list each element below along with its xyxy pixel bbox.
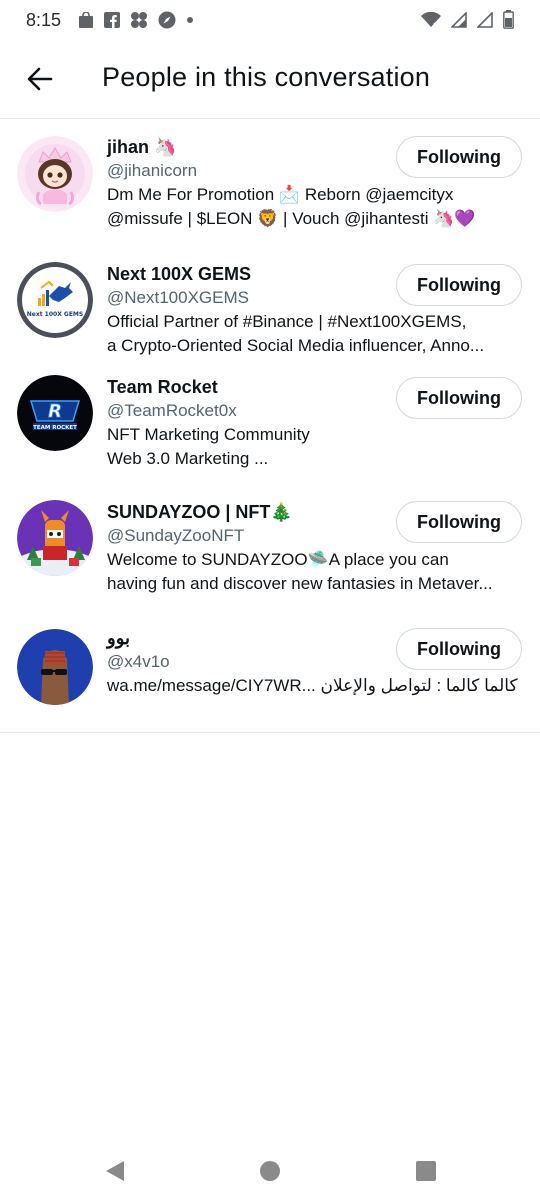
list-item[interactable]: بوو @x4v1o wa.me/message/CIY7WR... كالما… [0, 622, 540, 722]
user-bio: having fun and discover new fantasies in… [107, 574, 493, 593]
user-bio: Welcome to SUNDAYZOO🛸A place you can [107, 550, 449, 569]
facebook-icon [104, 12, 120, 28]
user-handle: @jihanicorn [107, 161, 198, 180]
user-bio: wa.me/message/CIY7WR... كالما كالما : لت… [107, 676, 518, 695]
system-icons [421, 10, 514, 29]
user-handle: @TeamRocket0x [107, 401, 237, 420]
avatar[interactable] [17, 136, 93, 212]
battery-icon [503, 10, 514, 29]
compass-icon [158, 11, 176, 29]
avatar-logo-text: TEAM ROCKET [33, 425, 77, 431]
user-name[interactable]: Team Rocket [107, 377, 218, 398]
team-rocket-logo-avatar-icon: R TEAM ROCKET [17, 375, 93, 451]
avatar[interactable]: Next 100X GEMS [17, 262, 93, 338]
user-name[interactable]: بوو [107, 628, 130, 649]
back-button[interactable] [22, 64, 58, 94]
signal-icon [451, 11, 467, 28]
list-item[interactable]: SUNDAYZOO | NFT🎄 @SundayZooNFT Welcome t… [0, 495, 540, 622]
dot-icon [187, 17, 193, 23]
user-handle: @x4v1o [107, 652, 170, 671]
status-time: 8:15 [26, 10, 62, 30]
user-bio: Dm Me For Promotion 📩 Reborn @jaemcityx [107, 185, 454, 204]
user-name[interactable]: Next 100X GEMS [107, 264, 251, 285]
following-button[interactable]: Following [396, 628, 522, 670]
user-bio: a Crypto-Oriented Social Media influence… [107, 336, 485, 355]
shopping-bag-icon [79, 11, 93, 28]
following-button[interactable]: Following [396, 136, 522, 178]
bull-logo-avatar-icon: Next 100X GEMS [17, 262, 93, 338]
avatar[interactable]: R TEAM ROCKET [17, 375, 93, 451]
avatar[interactable] [17, 629, 93, 705]
avatar-logo-text: Next 100X GEMS [27, 311, 83, 318]
following-button[interactable]: Following [396, 377, 522, 419]
user-bio: Web 3.0 Marketing ... [107, 449, 269, 468]
circle-home-icon [260, 1161, 280, 1181]
following-button[interactable]: Following [396, 501, 522, 543]
pinwheel-icon [131, 12, 147, 28]
user-handle: @Next100XGEMS [107, 288, 249, 307]
notification-icons [78, 11, 194, 29]
arrow-left-icon [27, 67, 53, 91]
system-nav-bar [0, 1140, 540, 1200]
avatar[interactable] [17, 500, 93, 576]
user-name[interactable]: jihan 🦄 [107, 137, 176, 158]
character-sunglasses-avatar-icon [17, 629, 93, 705]
list-divider [0, 732, 540, 733]
user-bio: @missufe | $LEON 🦁 | Vouch @jihantesti 🦄… [107, 209, 476, 228]
following-button[interactable]: Following [396, 264, 522, 306]
list-item[interactable]: jihan 🦄 @jihanicorn Dm Me For Promotion … [0, 119, 540, 246]
user-name[interactable]: SUNDAYZOO | NFT🎄 [107, 502, 293, 523]
list-item[interactable]: R TEAM ROCKET Team Rocket @TeamRocket0x … [0, 371, 540, 495]
nav-recents-button[interactable] [415, 1160, 437, 1187]
status-bar: 8:15 [0, 0, 540, 40]
user-bio: Official Partner of #Binance | #Next100X… [107, 312, 467, 331]
people-list: jihan 🦄 @jihanicorn Dm Me For Promotion … [0, 119, 540, 722]
user-handle: @SundayZooNFT [107, 526, 245, 545]
list-item[interactable]: Next 100X GEMS Next 100X GEMS @Next100XG… [0, 246, 540, 371]
square-recents-icon [416, 1161, 436, 1181]
signal-icon [477, 11, 493, 28]
nav-home-button[interactable] [259, 1160, 281, 1187]
anime-girl-avatar-icon [17, 136, 93, 212]
fox-christmas-avatar-icon [17, 500, 93, 576]
header: People in this conversation [0, 40, 540, 119]
user-bio: NFT Marketing Community [107, 425, 310, 444]
wifi-icon [421, 11, 441, 27]
triangle-back-icon [106, 1161, 124, 1181]
page-title: People in this conversation [102, 62, 431, 92]
nav-back-button[interactable] [104, 1160, 126, 1187]
svg-text:R: R [48, 401, 62, 422]
